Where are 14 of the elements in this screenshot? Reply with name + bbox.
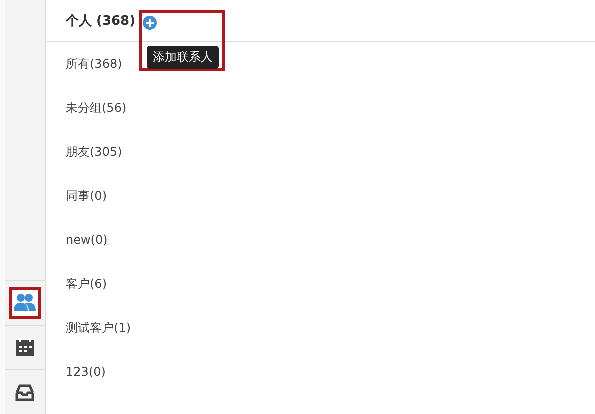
group-item[interactable]: 所有(368) [66, 42, 122, 86]
group-item[interactable]: 同事(0) [66, 174, 107, 218]
tooltip: 添加联系人 [147, 46, 219, 69]
group-item[interactable]: 朋友(305) [66, 130, 122, 174]
section-title: 个人 (368) [66, 13, 136, 30]
inbox-icon [15, 382, 35, 402]
contacts-icon [12, 290, 38, 316]
group-item[interactable]: new(0) [66, 218, 108, 262]
group-item[interactable]: 未分组(56) [66, 86, 127, 130]
calendar-icon [15, 337, 35, 358]
group-item[interactable]: 测试客户(1) [66, 306, 131, 350]
group-item[interactable]: 123(0) [66, 350, 106, 394]
add-icon[interactable] [143, 16, 157, 30]
group-item[interactable]: 客户(6) [66, 262, 107, 306]
